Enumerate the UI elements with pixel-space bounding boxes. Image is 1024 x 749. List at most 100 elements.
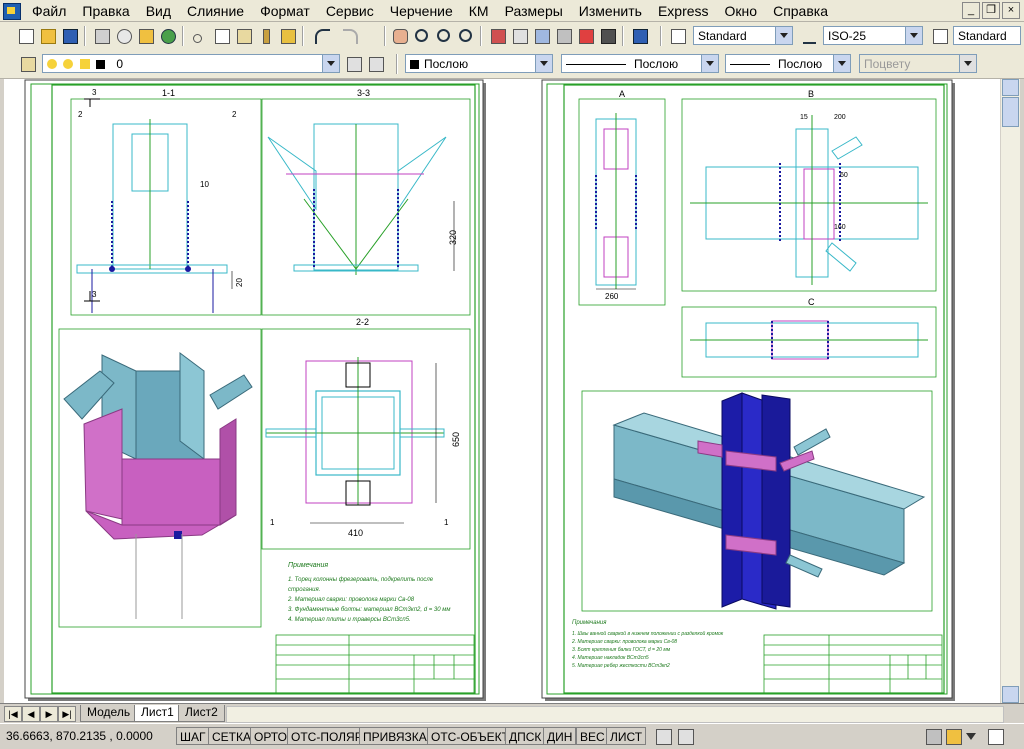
color-select[interactable]: Послою	[405, 54, 553, 73]
menu-bar: Файл Правка Вид Слияние Формат Сервис Черчение…	[0, 0, 1024, 22]
layout-tabs-bar: |◀ ◀ ▶ ▶| Модель Лист1 Лист2	[0, 703, 1024, 723]
close-button[interactable]: ×	[1002, 2, 1020, 19]
dim-style-select[interactable]: ISO-25	[823, 26, 923, 45]
table-style-icon[interactable]	[930, 26, 950, 46]
help-icon[interactable]	[630, 26, 650, 46]
last-tab-button[interactable]: ▶|	[58, 706, 76, 722]
zoom-previous-icon[interactable]	[456, 26, 476, 46]
3d-dwf-icon[interactable]	[158, 26, 178, 46]
coordinates-readout: 36.6663, 870.2135 , 0.0000	[6, 729, 153, 743]
viewport-icon[interactable]	[678, 729, 694, 745]
properties-icon[interactable]	[488, 26, 508, 46]
menu-item-7[interactable]: КМ	[461, 2, 497, 21]
block-editor-icon[interactable]	[278, 26, 298, 46]
vertical-scrollbar[interactable]	[1001, 79, 1020, 703]
drawing-canvas[interactable]: 1-1 3 2 2 3 10 20 3-3 320 2-2 410 650 1 …	[4, 79, 1000, 703]
view-2-2-title: 2-2	[356, 317, 369, 327]
open-file-icon[interactable]	[38, 26, 58, 46]
dim-style-icon[interactable]	[800, 26, 820, 46]
restore-button[interactable]: ❐	[982, 2, 1000, 19]
menu-item-9[interactable]: Изменить	[571, 2, 650, 21]
dim-20: 20	[235, 278, 244, 287]
app-icon[interactable]	[3, 3, 21, 20]
cut-label-1-left: 1	[270, 518, 275, 527]
lwt-toggle[interactable]: ВЕС	[576, 727, 609, 745]
match-properties-icon[interactable]	[256, 26, 276, 46]
ortho-toggle[interactable]: ОРТО	[250, 727, 291, 745]
menu-item-4[interactable]: Формат	[252, 2, 318, 21]
menu-item-5[interactable]: Сервис	[318, 2, 382, 21]
menu-item-1[interactable]: Правка	[74, 2, 137, 21]
menu-items: Файл Правка Вид Слияние Формат Сервис Черчение…	[24, 2, 836, 21]
layer-select[interactable]: 0	[42, 54, 340, 73]
copy-icon[interactable]	[212, 26, 232, 46]
clean-screen-icon[interactable]	[988, 729, 1004, 745]
first-tab-button[interactable]: |◀	[4, 706, 22, 722]
dim-260: 260	[605, 292, 619, 301]
undo-icon[interactable]	[312, 26, 332, 46]
dim-10: 10	[200, 180, 209, 189]
make-current-layer-icon[interactable]	[344, 54, 364, 74]
publish-icon[interactable]	[136, 26, 156, 46]
scroll-down-button[interactable]	[1002, 686, 1019, 703]
prev-tab-button[interactable]: ◀	[22, 706, 40, 722]
layer-manager-icon[interactable]	[18, 54, 38, 74]
status-menu-icon[interactable]	[966, 733, 976, 740]
pan-icon[interactable]	[390, 26, 410, 46]
paste-icon[interactable]	[234, 26, 254, 46]
window-controls: _ ❐ ×	[962, 2, 1020, 19]
tab-model[interactable]: Модель	[80, 705, 138, 722]
next-tab-button[interactable]: ▶	[40, 706, 58, 722]
scroll-up-button[interactable]	[1002, 79, 1019, 96]
sheet1-note-2: строгания.	[288, 587, 320, 593]
layer-color-icon	[96, 60, 106, 69]
scroll-thumb[interactable]	[1002, 97, 1019, 127]
lineweight-select[interactable]: Послою	[725, 54, 851, 73]
cut-icon[interactable]	[190, 26, 210, 46]
communication-center-icon[interactable]	[926, 729, 942, 745]
maximize-viewport-icon[interactable]	[656, 729, 672, 745]
menu-item-11[interactable]: Окно	[717, 2, 766, 21]
snap-toggle[interactable]: ШАГ	[176, 727, 210, 745]
lock-icon[interactable]	[946, 729, 962, 745]
polar-toggle[interactable]: ОТС-ПОЛЯР	[287, 727, 367, 745]
tool-palettes-icon[interactable]	[532, 26, 552, 46]
grid-toggle[interactable]: СЕТКА	[208, 727, 255, 745]
markup-icon[interactable]	[576, 26, 596, 46]
text-style-icon[interactable]	[668, 26, 688, 46]
paper-toggle[interactable]: ЛИСТ	[606, 727, 647, 745]
ducs-toggle[interactable]: ДПСК	[505, 727, 546, 745]
horizontal-scrollbar[interactable]	[226, 706, 1004, 723]
otrack-toggle[interactable]: ОТС-ОБЪЕКТ	[427, 727, 513, 745]
dyn-toggle[interactable]: ДИН	[543, 727, 577, 745]
osnap-toggle[interactable]: ПРИВЯЗКА	[359, 727, 431, 745]
menu-item-10[interactable]: Express	[650, 2, 717, 21]
menu-item-2[interactable]: Вид	[138, 2, 179, 21]
save-icon[interactable]	[60, 26, 80, 46]
tab-sheet1[interactable]: Лист1	[134, 705, 181, 722]
design-center-icon[interactable]	[510, 26, 530, 46]
menu-item-6[interactable]: Черчение	[382, 2, 461, 21]
zoom-window-icon[interactable]	[434, 26, 454, 46]
new-file-icon[interactable]	[16, 26, 36, 46]
menu-item-12[interactable]: Справка	[765, 2, 836, 21]
menu-item-0[interactable]: Файл	[24, 2, 74, 21]
zoom-realtime-icon[interactable]	[412, 26, 432, 46]
cut-label-1-right: 1	[444, 518, 449, 527]
sheet1-note-1: 1. Торец колонны фрезеровать, подкрепить…	[288, 577, 434, 583]
text-style-select[interactable]: Standard	[693, 26, 793, 45]
sheet-set-icon[interactable]	[554, 26, 574, 46]
menu-item-3[interactable]: Слияние	[179, 2, 252, 21]
sheet1-notes-title: Примечания	[288, 562, 328, 569]
view-c-title: C	[808, 297, 815, 307]
table-style-select[interactable]: Standard	[953, 26, 1021, 45]
print-preview-icon[interactable]	[114, 26, 134, 46]
calculator-icon[interactable]	[598, 26, 618, 46]
print-icon[interactable]	[92, 26, 112, 46]
redo-icon[interactable]	[340, 26, 360, 46]
layer-previous-icon[interactable]	[366, 54, 386, 74]
linetype-select[interactable]: Послою	[561, 54, 719, 73]
minimize-button[interactable]: _	[962, 2, 980, 19]
tab-sheet2[interactable]: Лист2	[178, 705, 225, 722]
menu-item-8[interactable]: Размеры	[497, 2, 571, 21]
